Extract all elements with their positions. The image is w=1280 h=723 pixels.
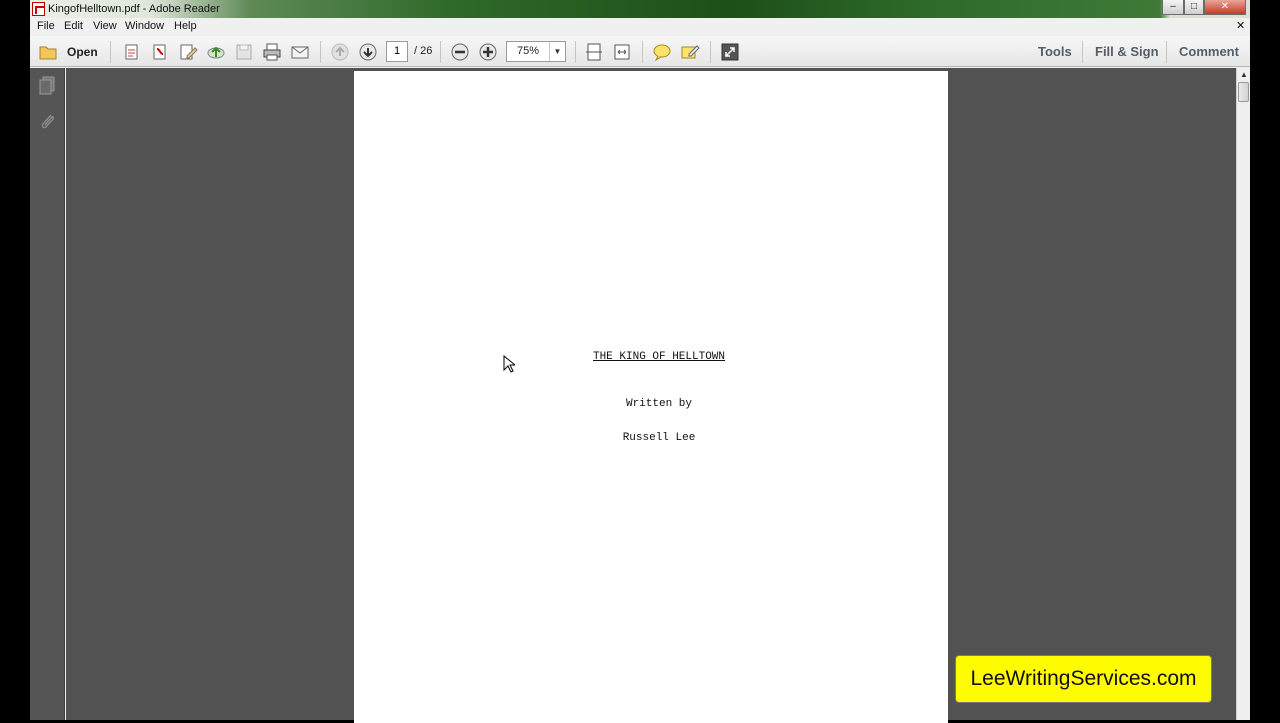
maximize-button[interactable]: □ bbox=[1184, 0, 1204, 15]
save-icon[interactable] bbox=[234, 42, 254, 62]
adobe-reader-window: KingofHelltown.pdf - Adobe Reader – □ ✕ … bbox=[30, 0, 1250, 723]
export-pdf-icon[interactable] bbox=[150, 42, 170, 62]
create-pdf-icon[interactable] bbox=[122, 42, 142, 62]
menu-bar: File Edit View Window Help ✕ bbox=[30, 18, 1250, 36]
page-number-input[interactable]: 1 bbox=[386, 41, 408, 62]
toolbar-separator bbox=[575, 41, 576, 63]
close-document-button[interactable]: ✕ bbox=[1236, 19, 1245, 32]
edit-pdf-icon[interactable] bbox=[178, 42, 198, 62]
menu-file[interactable]: File bbox=[37, 20, 55, 32]
zoom-select[interactable]: 75% ▼ bbox=[506, 41, 566, 62]
zoom-out-icon[interactable] bbox=[450, 42, 470, 62]
print-icon[interactable] bbox=[262, 42, 282, 62]
previous-page-icon[interactable] bbox=[330, 42, 350, 62]
zoom-value: 75% bbox=[516, 45, 540, 57]
navigation-pane bbox=[30, 68, 65, 720]
written-by-label: Written by bbox=[625, 398, 692, 410]
toolbar-separator bbox=[1166, 41, 1167, 63]
watermark-banner: LeeWritingServices.com bbox=[955, 655, 1212, 703]
email-icon[interactable] bbox=[290, 42, 310, 62]
comment-pane-button[interactable]: Comment bbox=[1179, 44, 1239, 59]
chevron-down-icon[interactable]: ▼ bbox=[549, 42, 565, 61]
fit-page-icon[interactable] bbox=[584, 42, 604, 62]
document-title: THE KING OF HELLTOWN bbox=[592, 351, 726, 363]
scroll-up-arrow-icon[interactable]: ▲ bbox=[1237, 68, 1251, 82]
sticky-note-icon[interactable] bbox=[652, 42, 672, 62]
menu-edit[interactable]: Edit bbox=[64, 20, 83, 32]
menu-help[interactable]: Help bbox=[174, 20, 197, 32]
open-button[interactable]: Open bbox=[67, 45, 98, 59]
author-name: Russell Lee bbox=[622, 432, 696, 444]
scrollbar-thumb[interactable] bbox=[1238, 82, 1249, 102]
toolbar-separator bbox=[642, 41, 643, 63]
toolbar-separator bbox=[1082, 41, 1083, 63]
toolbar-separator bbox=[440, 41, 441, 63]
title-bar[interactable]: KingofHelltown.pdf - Adobe Reader – □ ✕ bbox=[30, 0, 1250, 18]
tools-pane-button[interactable]: Tools bbox=[1038, 44, 1072, 59]
fit-width-icon[interactable] bbox=[612, 42, 632, 62]
toolbar-separator bbox=[110, 41, 111, 63]
pdf-app-icon bbox=[32, 2, 45, 16]
menu-window[interactable]: Window bbox=[125, 20, 164, 32]
toolbar-separator bbox=[320, 41, 321, 63]
document-viewport[interactable]: THE KING OF HELLTOWN Written by Russell … bbox=[66, 68, 1236, 723]
desktop: KingofHelltown.pdf - Adobe Reader – □ ✕ … bbox=[0, 0, 1280, 723]
folder-icon[interactable] bbox=[38, 42, 58, 62]
minimize-button[interactable]: – bbox=[1162, 0, 1184, 15]
page-total: / 26 bbox=[414, 45, 433, 57]
fill-sign-pane-button[interactable]: Fill & Sign bbox=[1095, 44, 1159, 59]
highlight-icon[interactable] bbox=[680, 42, 700, 62]
toolbar-separator bbox=[710, 41, 711, 63]
page-thumbnails-icon[interactable] bbox=[38, 76, 56, 96]
mouse-cursor-icon bbox=[503, 354, 517, 373]
close-button[interactable]: ✕ bbox=[1204, 0, 1246, 15]
window-title: KingofHelltown.pdf - Adobe Reader bbox=[48, 3, 220, 15]
read-mode-icon[interactable] bbox=[720, 42, 740, 62]
upload-icon[interactable] bbox=[206, 42, 226, 62]
pdf-page[interactable]: THE KING OF HELLTOWN Written by Russell … bbox=[354, 71, 948, 723]
vertical-scrollbar[interactable]: ▲ bbox=[1236, 68, 1250, 720]
zoom-in-icon[interactable] bbox=[478, 42, 498, 62]
menu-view[interactable]: View bbox=[93, 20, 117, 32]
attachments-icon[interactable] bbox=[38, 112, 56, 132]
next-page-icon[interactable] bbox=[358, 42, 378, 62]
toolbar: Open 1 / 26 75% ▼ Tools Fill & Sign Comm… bbox=[30, 36, 1250, 67]
